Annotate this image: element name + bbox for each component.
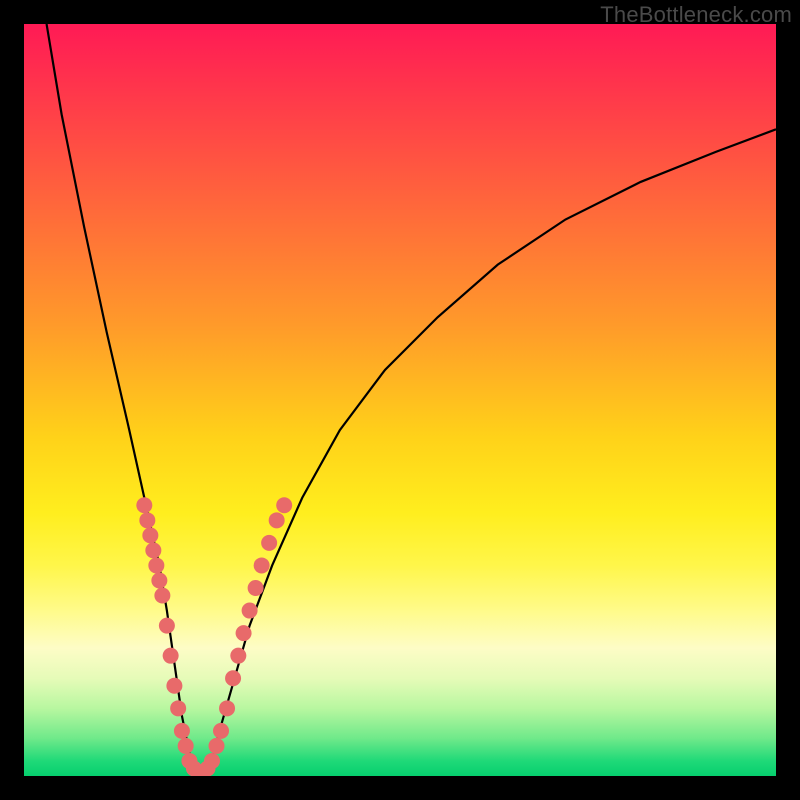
data-point-marker xyxy=(139,512,155,528)
bottleneck-curve-path xyxy=(47,24,776,776)
curve-group xyxy=(47,24,776,776)
data-point-marker xyxy=(269,512,285,528)
watermark-text: TheBottleneck.com xyxy=(600,2,792,28)
data-point-marker xyxy=(209,738,225,754)
data-point-marker xyxy=(230,648,246,664)
data-point-marker xyxy=(159,618,175,634)
marker-group xyxy=(136,497,292,776)
data-point-marker xyxy=(236,625,252,641)
data-point-marker xyxy=(248,580,264,596)
data-point-marker xyxy=(261,535,277,551)
data-point-marker xyxy=(163,648,179,664)
data-point-marker xyxy=(242,603,258,619)
data-point-marker xyxy=(178,738,194,754)
data-point-marker xyxy=(136,497,152,513)
data-point-marker xyxy=(204,753,220,769)
plot-area xyxy=(24,24,776,776)
data-point-marker xyxy=(276,497,292,513)
data-point-marker xyxy=(142,527,158,543)
data-point-marker xyxy=(170,700,186,716)
data-point-marker xyxy=(145,542,161,558)
data-point-marker xyxy=(166,678,182,694)
data-point-marker xyxy=(225,670,241,686)
data-point-marker xyxy=(213,723,229,739)
data-point-marker xyxy=(254,557,270,573)
chart-svg xyxy=(24,24,776,776)
data-point-marker xyxy=(219,700,235,716)
data-point-marker xyxy=(148,557,164,573)
chart-frame: TheBottleneck.com xyxy=(0,0,800,800)
data-point-marker xyxy=(174,723,190,739)
data-point-marker xyxy=(151,572,167,588)
data-point-marker xyxy=(154,588,170,604)
